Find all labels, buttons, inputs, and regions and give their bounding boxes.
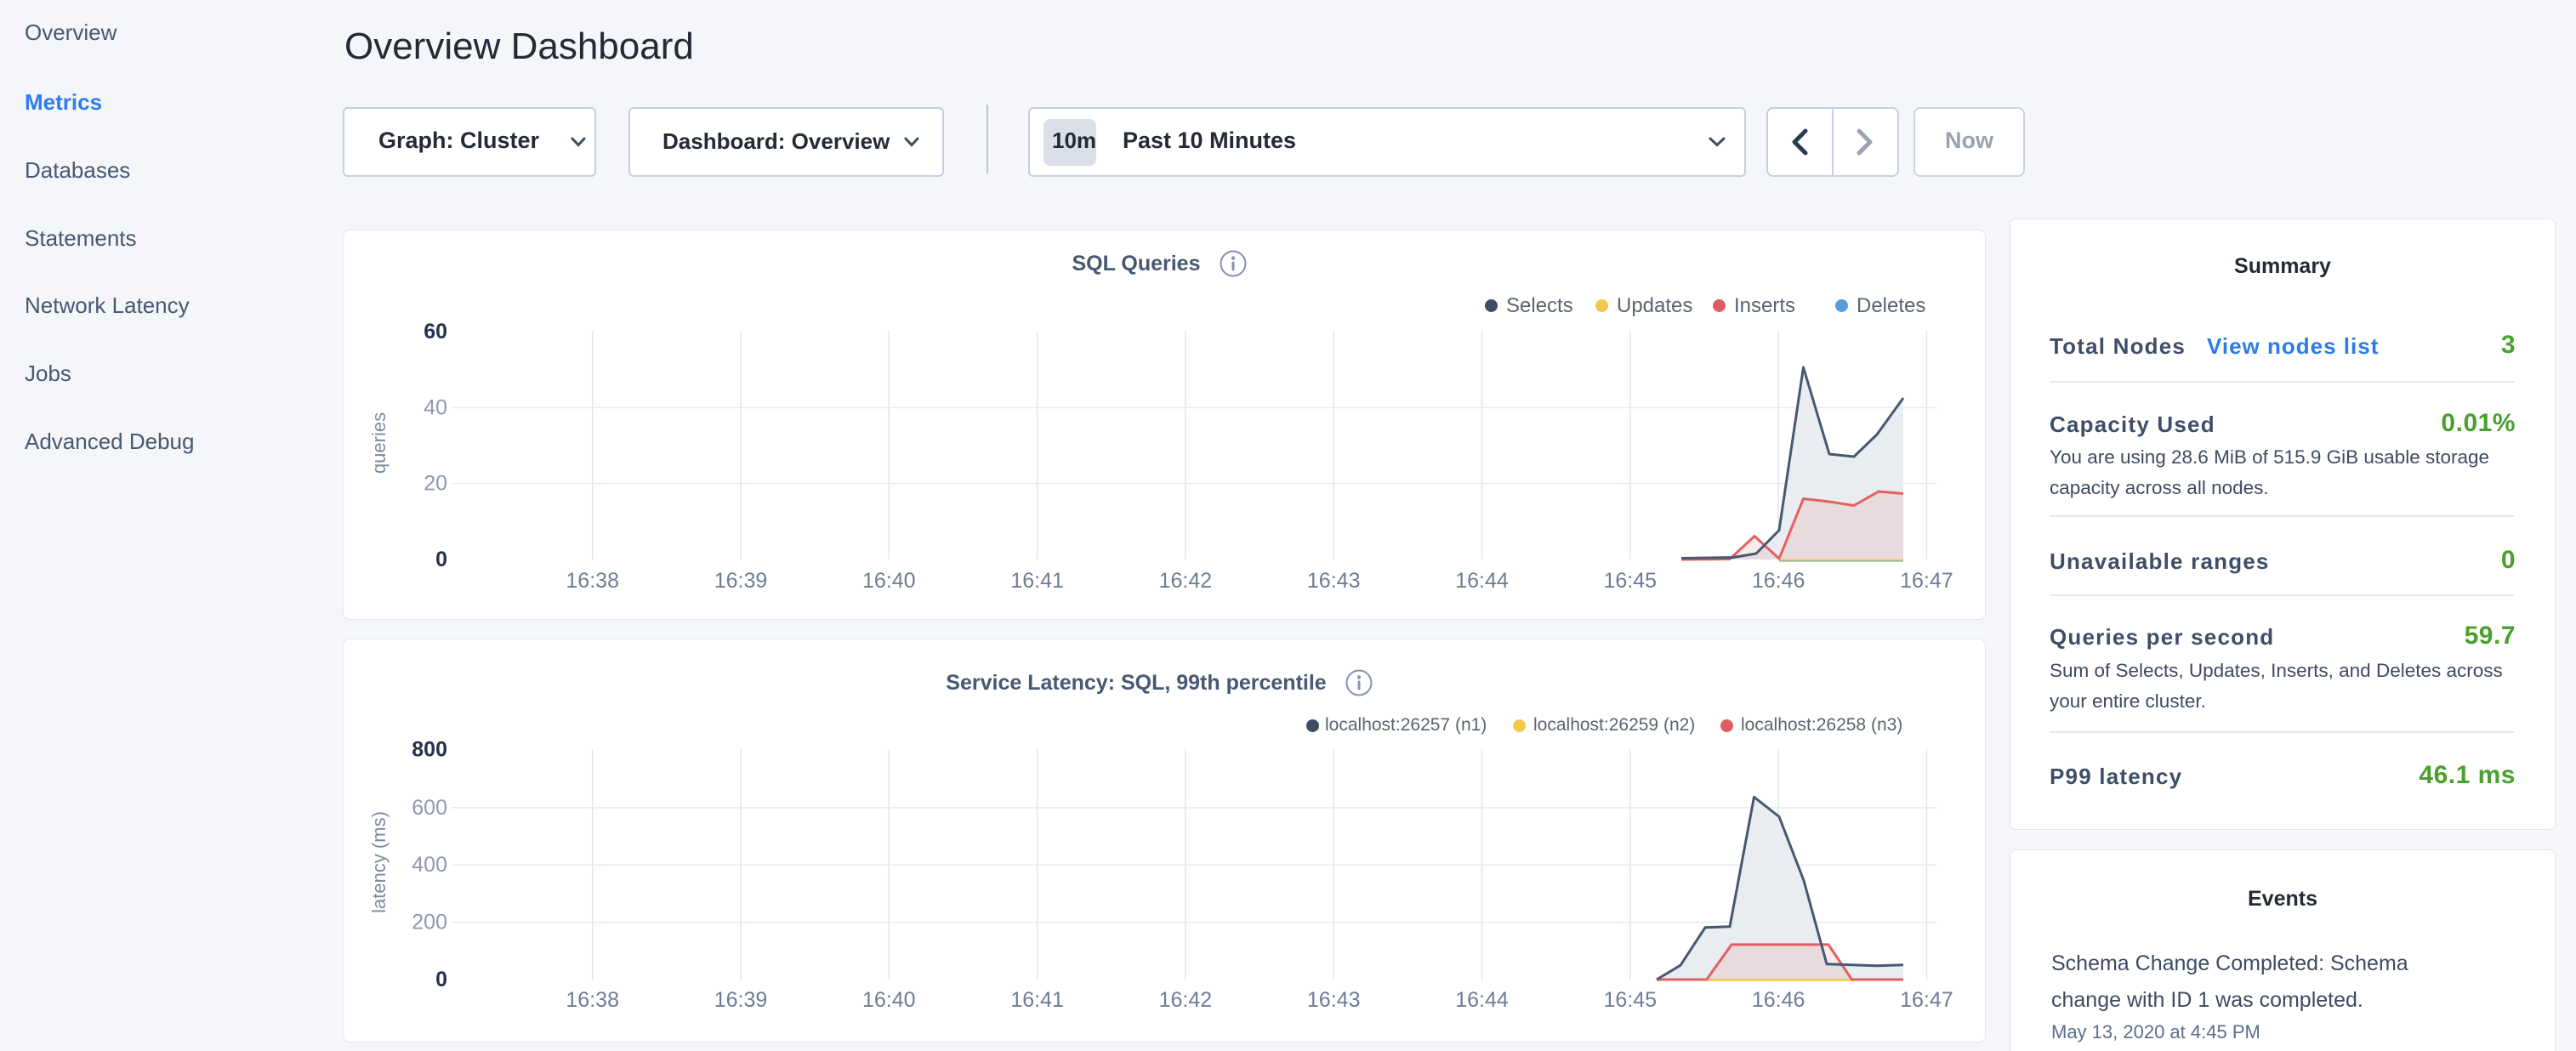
svg-text:16:43: 16:43 <box>1307 569 1361 593</box>
svg-text:200: 200 <box>412 911 447 935</box>
svg-text:16:39: 16:39 <box>714 988 768 1012</box>
svg-text:16:38: 16:38 <box>566 569 619 593</box>
svg-text:16:44: 16:44 <box>1455 988 1509 1012</box>
svg-text:16:47: 16:47 <box>1900 569 1953 593</box>
svg-text:16:46: 16:46 <box>1752 569 1805 593</box>
svg-text:16:40: 16:40 <box>862 988 916 1012</box>
svg-text:16:45: 16:45 <box>1604 569 1658 593</box>
svg-text:16:45: 16:45 <box>1604 988 1658 1012</box>
svg-text:16:41: 16:41 <box>1010 988 1064 1012</box>
svg-text:60: 60 <box>424 320 447 344</box>
svg-text:800: 800 <box>412 738 447 762</box>
svg-text:400: 400 <box>412 853 447 877</box>
svg-text:40: 40 <box>424 395 447 419</box>
svg-text:16:39: 16:39 <box>714 569 768 593</box>
svg-text:queries: queries <box>368 412 390 474</box>
svg-text:16:46: 16:46 <box>1752 988 1805 1012</box>
svg-text:600: 600 <box>412 796 447 820</box>
svg-text:16:47: 16:47 <box>1900 988 1953 1012</box>
svg-text:16:43: 16:43 <box>1307 988 1361 1012</box>
svg-text:latency (ms): latency (ms) <box>368 811 390 913</box>
svg-text:16:40: 16:40 <box>862 569 916 593</box>
svg-text:16:42: 16:42 <box>1159 988 1213 1012</box>
svg-text:20: 20 <box>424 472 447 496</box>
svg-text:0: 0 <box>435 968 447 991</box>
svg-text:16:42: 16:42 <box>1159 569 1213 593</box>
svg-text:16:44: 16:44 <box>1455 569 1509 593</box>
svg-text:0: 0 <box>435 548 447 571</box>
svg-text:16:41: 16:41 <box>1010 569 1064 593</box>
svg-text:16:38: 16:38 <box>566 988 619 1012</box>
